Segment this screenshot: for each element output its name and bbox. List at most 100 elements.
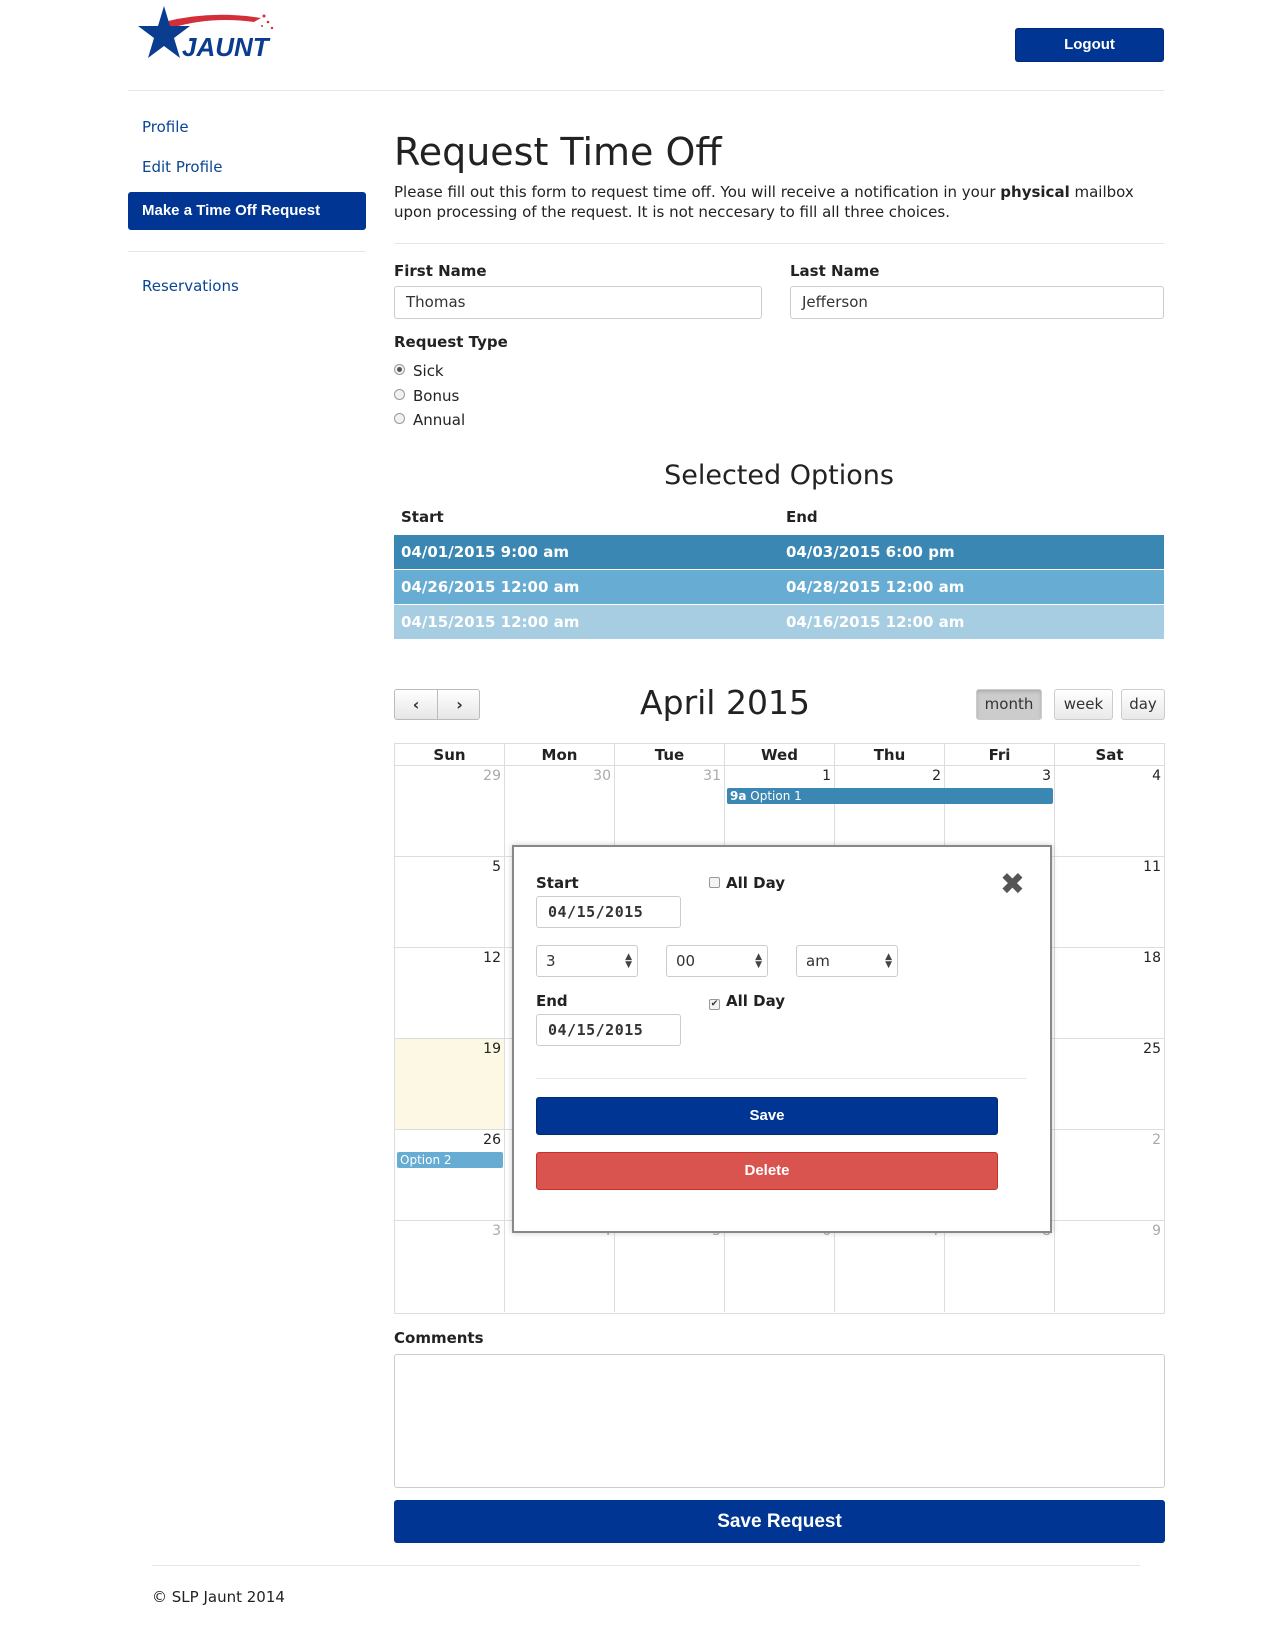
radio-annual-label: Annual: [413, 411, 466, 429]
day-number: 2: [932, 768, 941, 784]
event-title: Option 1: [750, 789, 802, 803]
day-number: 30: [593, 768, 611, 784]
calendar-day-cell[interactable]: 9: [1055, 1221, 1164, 1312]
option-row[interactable]: 04/26/2015 12:00 am 04/28/2015 12:00 am: [394, 570, 1164, 604]
month-view-button[interactable]: month: [976, 689, 1042, 720]
calendar-event[interactable]: 9a Option 1: [727, 788, 1053, 804]
calendar-day-cell[interactable]: 29: [395, 766, 505, 857]
radio-sick-button[interactable]: [394, 364, 405, 375]
header-divider: [128, 90, 1164, 91]
radio-bonus-button[interactable]: [394, 389, 405, 400]
calendar-day-cell[interactable]: 18: [1055, 948, 1164, 1039]
end-allday[interactable]: ✔ All Day: [709, 992, 785, 1010]
option-start: 04/26/2015 12:00 am: [401, 578, 580, 596]
calendar-day-cell[interactable]: 26: [395, 1130, 505, 1221]
ampm-select[interactable]: am ▲ ▼: [796, 945, 898, 977]
ampm-value: am: [806, 952, 830, 970]
radio-annual-button[interactable]: [394, 413, 405, 424]
comments-label: Comments: [394, 1329, 484, 1347]
sidebar-item-time-off-request[interactable]: Make a Time Off Request: [128, 192, 366, 230]
radio-sick[interactable]: Sick: [394, 362, 444, 380]
modal-divider: [536, 1078, 1026, 1079]
calendar-day-cell[interactable]: 5: [615, 1221, 725, 1312]
day-number: 31: [703, 768, 721, 784]
calendar-day-cell[interactable]: 3: [395, 1221, 505, 1312]
footer-divider: [152, 1565, 1140, 1566]
delete-button[interactable]: Delete: [536, 1152, 998, 1190]
day-header: Mon: [505, 744, 615, 766]
last-name-input[interactable]: Jefferson: [790, 286, 1164, 319]
sidebar-item-profile[interactable]: Profile: [142, 118, 189, 136]
calendar-nav-group: ‹ ›: [394, 689, 480, 720]
calendar-day-cell[interactable]: 7: [835, 1221, 945, 1312]
day-header: Thu: [835, 744, 945, 766]
first-name-input[interactable]: Thomas: [394, 286, 762, 319]
day-header: Sun: [395, 744, 505, 766]
calendar-day-cell[interactable]: 19: [395, 1039, 505, 1130]
calendar-day-cell[interactable]: 6: [725, 1221, 835, 1312]
end-allday-checkbox[interactable]: ✔: [709, 999, 720, 1010]
minute-select[interactable]: 00 ▲ ▼: [666, 945, 768, 977]
calendar-day-cell[interactable]: 3: [945, 766, 1055, 857]
next-month-button[interactable]: ›: [438, 690, 481, 719]
start-allday-checkbox[interactable]: [709, 877, 720, 888]
calendar-day-cell[interactable]: 4: [505, 1221, 615, 1312]
day-number: 3: [1042, 768, 1051, 784]
day-number: 11: [1143, 859, 1161, 875]
start-allday[interactable]: All Day: [709, 874, 785, 892]
week-view-button[interactable]: week: [1054, 689, 1113, 720]
logout-button[interactable]: Logout: [1015, 28, 1164, 62]
day-number: 19: [483, 1041, 501, 1057]
calendar-day-cell[interactable]: 31: [615, 766, 725, 857]
option-row[interactable]: 04/15/2015 12:00 am 04/16/2015 12:00 am: [394, 605, 1164, 639]
calendar-day-cell[interactable]: 2: [835, 766, 945, 857]
sidebar-item-edit-profile[interactable]: Edit Profile: [142, 158, 222, 176]
save-button[interactable]: Save: [536, 1097, 998, 1135]
first-name-label: First Name: [394, 262, 487, 280]
option-start: 04/15/2015 12:00 am: [401, 613, 580, 631]
event-time: 9a: [730, 789, 747, 803]
selected-options-title: Selected Options: [664, 460, 894, 491]
jaunt-logo[interactable]: JAUNT: [126, 4, 276, 70]
calendar-day-cell[interactable]: 2: [1055, 1130, 1164, 1221]
calendar-day-cell[interactable]: 4: [1055, 766, 1164, 857]
calendar-day-cell[interactable]: 11: [1055, 857, 1164, 948]
hour-value: 3: [546, 952, 556, 970]
day-number: 2: [1152, 1132, 1161, 1148]
prev-month-button[interactable]: ‹: [395, 690, 438, 719]
minute-value: 00: [676, 952, 696, 970]
close-icon[interactable]: ✖: [1000, 867, 1025, 902]
select-arrows-icon: ▲ ▼: [885, 952, 892, 970]
comments-textarea[interactable]: [394, 1354, 1165, 1488]
hour-select[interactable]: 3 ▲ ▼: [536, 945, 638, 977]
event-title: Option 2: [400, 1153, 452, 1167]
day-number: 12: [483, 950, 501, 966]
chevron-left-icon: ‹: [412, 695, 420, 714]
end-date-input[interactable]: 04/15/2015: [536, 1014, 681, 1046]
day-view-button[interactable]: day: [1121, 689, 1165, 720]
calendar-day-cell[interactable]: 12: [395, 948, 505, 1039]
day-number: 5: [492, 859, 501, 875]
footer-text: © SLP Jaunt 2014: [152, 1588, 285, 1606]
option-start: 04/01/2015 9:00 am: [401, 543, 569, 561]
calendar-day-cell[interactable]: 30: [505, 766, 615, 857]
last-name-label: Last Name: [790, 262, 880, 280]
save-request-button[interactable]: Save Request: [394, 1500, 1165, 1543]
calendar-day-cell[interactable]: 1: [725, 766, 835, 857]
calendar-event[interactable]: Option 2: [397, 1152, 503, 1168]
calendar-day-cell[interactable]: 25: [1055, 1039, 1164, 1130]
day-header: Tue: [615, 744, 725, 766]
start-date-input[interactable]: 04/15/2015: [536, 896, 681, 928]
option-row[interactable]: 04/01/2015 9:00 am 04/03/2015 6:00 pm: [394, 535, 1164, 569]
select-arrows-icon: ▲ ▼: [625, 952, 632, 970]
sidebar-item-reservations[interactable]: Reservations: [142, 277, 239, 295]
day-number: 29: [483, 768, 501, 784]
request-type-label: Request Type: [394, 333, 508, 351]
radio-bonus[interactable]: Bonus: [394, 387, 459, 405]
calendar-day-cell[interactable]: 8: [945, 1221, 1055, 1312]
calendar-day-cell[interactable]: 5: [395, 857, 505, 948]
day-number: 4: [1152, 768, 1161, 784]
radio-annual[interactable]: Annual: [394, 411, 465, 429]
day-number: 3: [492, 1223, 501, 1239]
option-end: 04/28/2015 12:00 am: [786, 578, 965, 596]
